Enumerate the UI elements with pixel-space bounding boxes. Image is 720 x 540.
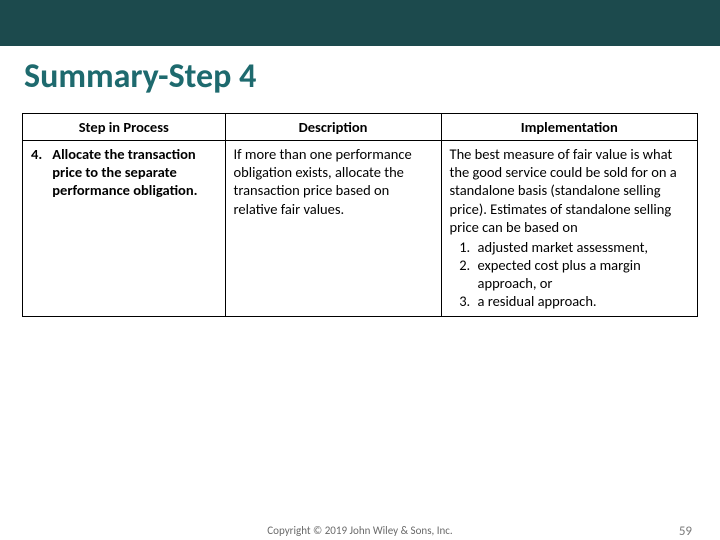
col-header-step: Step in Process: [23, 114, 226, 141]
table-row: 4. Allocate the transaction price to the…: [23, 141, 698, 317]
table-header-row: Step in Process Description Implementati…: [23, 114, 698, 141]
copyright-text: Copyright © 2019 John Wiley & Sons, Inc.: [267, 524, 452, 537]
step-text: Allocate the transaction price to the se…: [52, 145, 216, 199]
step-number: 4.: [31, 145, 49, 163]
slide: Summary-Step 4 Step in Process Descripti…: [0, 0, 720, 540]
slide-title: Summary-Step 4: [0, 46, 720, 113]
implementation-intro: The best measure of fair value is what t…: [450, 145, 677, 236]
header-band: [0, 0, 720, 46]
list-item: expected cost plus a margin approach, or: [474, 256, 690, 292]
implementation-list: adjusted market assessment, expected cos…: [474, 238, 690, 311]
list-item: a residual approach.: [474, 292, 690, 310]
cell-step: 4. Allocate the transaction price to the…: [23, 141, 226, 317]
cell-description: If more than one performance obligation …: [225, 141, 441, 317]
col-header-implementation: Implementation: [441, 114, 698, 141]
summary-table: Step in Process Description Implementati…: [22, 113, 698, 317]
page-number: 59: [679, 524, 692, 539]
col-header-description: Description: [225, 114, 441, 141]
cell-implementation: The best measure of fair value is what t…: [441, 141, 698, 317]
list-item: adjusted market assessment,: [474, 238, 690, 256]
